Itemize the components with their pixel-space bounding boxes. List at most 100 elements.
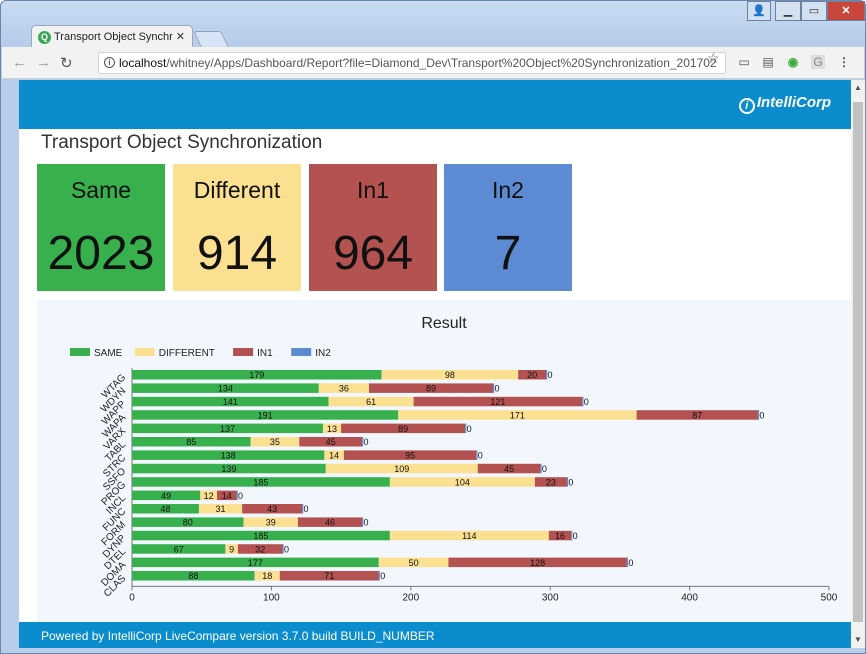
url-host: localhost xyxy=(119,56,167,70)
card-value: 7 xyxy=(494,227,522,280)
address-bar[interactable]: i localhost/whitney/Apps/Dashboard/Repor… xyxy=(98,52,726,74)
minimize-window-icon[interactable]: ▁ xyxy=(775,1,801,21)
logo-mark-icon: i xyxy=(738,98,755,114)
x-tick-label: 100 xyxy=(263,592,280,603)
bar-value-label: 185 xyxy=(253,477,268,487)
bar-value-label: 61 xyxy=(366,397,376,407)
bar-value-label: 191 xyxy=(258,410,273,420)
bar-value-label: 0 xyxy=(568,477,573,487)
card-value: 914 xyxy=(196,227,278,280)
x-tick-label: 0 xyxy=(129,592,135,603)
scroll-down-arrow-icon[interactable]: ▼ xyxy=(854,635,862,644)
tab-strip: Q Transport Object Synchr ✕ 👤 ▁ ▭ ✕ xyxy=(1,1,865,49)
legend-label-in1: IN1 xyxy=(257,348,273,359)
logo-text: IntelliCorp xyxy=(756,94,831,111)
maximize-window-icon[interactable]: ▭ xyxy=(801,1,827,21)
legend-swatch-in2 xyxy=(291,348,312,356)
close-tab-icon[interactable]: ✕ xyxy=(176,30,185,43)
bar-value-label: 71 xyxy=(324,571,334,581)
back-arrow-icon[interactable]: ← xyxy=(12,54,27,71)
card-label: In2 xyxy=(492,177,524,203)
bar-value-label: 18 xyxy=(262,571,272,581)
card-label: Different xyxy=(193,177,281,203)
bar-value-label: 0 xyxy=(284,544,289,554)
extension-screen-icon[interactable]: ▤ xyxy=(761,55,775,69)
bar-value-label: 0 xyxy=(542,464,547,474)
card-value: 2023 xyxy=(47,227,155,280)
x-tick-label: 500 xyxy=(821,592,838,603)
reload-icon[interactable]: ↻ xyxy=(60,54,73,72)
bar-value-label: 104 xyxy=(455,477,470,487)
bookmark-star-icon[interactable]: ☆ xyxy=(707,50,720,67)
bar-value-label: 20 xyxy=(527,370,537,380)
result-chart: ResultSAME DIFFERENT IN1 IN20 100 200 300 400 50… xyxy=(70,315,838,603)
legend-swatch-in1 xyxy=(233,348,254,356)
bar-value-label: 141 xyxy=(223,397,238,407)
close-window-icon[interactable]: ✕ xyxy=(827,1,865,21)
info-icon[interactable]: i xyxy=(104,57,115,68)
bar-value-label: 49 xyxy=(161,491,171,501)
extension-g-icon[interactable]: G xyxy=(811,55,825,69)
bar-value-label: 32 xyxy=(255,544,265,554)
footer: Powered by IntelliCorp LiveCompare versi… xyxy=(19,622,851,648)
bar-value-label: 39 xyxy=(266,518,276,528)
summary-card-in1: In1 964 xyxy=(309,164,437,291)
bar-value-label: 138 xyxy=(221,451,236,461)
legend-swatch-different xyxy=(134,348,155,356)
bar-value-label: 128 xyxy=(530,558,545,568)
bar-value-label: 14 xyxy=(222,491,232,501)
bar-value-label: 0 xyxy=(364,437,369,447)
extension-green-icon[interactable]: ◉ xyxy=(786,55,800,69)
bar-value-label: 0 xyxy=(759,410,764,420)
bar-value-label: 139 xyxy=(221,464,236,474)
summary-card-in2: In2 7 xyxy=(444,164,572,291)
bar-value-label: 0 xyxy=(380,571,385,581)
browser-toolbar: ← → ↻ i localhost/whitney/Apps/Dashboard… xyxy=(2,47,864,79)
bar-value-label: 35 xyxy=(270,437,280,447)
legend-label-same: SAME xyxy=(94,348,123,359)
user-profile-icon[interactable]: 👤 xyxy=(747,1,771,21)
bar-value-label: 50 xyxy=(409,558,419,568)
bar-value-label: 171 xyxy=(510,410,525,420)
bar-value-label: 23 xyxy=(546,477,556,487)
chrome-menu-icon[interactable]: ⋮ xyxy=(837,55,851,69)
scroll-thumb[interactable] xyxy=(853,102,863,622)
bar-value-label: 0 xyxy=(304,504,309,514)
page-title: Transport Object Synchronization xyxy=(41,132,323,153)
qlik-favicon-icon: Q xyxy=(38,31,51,44)
legend-label-in2: IN2 xyxy=(315,348,331,359)
bar-value-label: 0 xyxy=(364,518,369,528)
bar-value-label: 88 xyxy=(188,571,198,581)
scroll-up-arrow-icon[interactable]: ▲ xyxy=(854,83,862,92)
bar-value-label: 16 xyxy=(555,531,565,541)
x-tick-label: 300 xyxy=(542,592,559,603)
bar-value-label: 0 xyxy=(628,558,633,568)
bar-value-label: 121 xyxy=(490,397,505,407)
vertical-scrollbar[interactable]: ▲ ▼ xyxy=(851,80,865,648)
bar-value-label: 89 xyxy=(398,424,408,434)
bar-value-label: 80 xyxy=(183,518,193,528)
tab-title: Transport Object Synchr xyxy=(54,31,173,43)
bar-value-label: 0 xyxy=(495,384,500,394)
bar-value-label: 67 xyxy=(174,544,184,554)
forward-arrow-icon[interactable]: → xyxy=(36,54,51,71)
new-tab-button[interactable] xyxy=(193,31,229,47)
intellicorp-logo: i IntelliCorp xyxy=(738,94,831,114)
x-tick-label: 200 xyxy=(402,592,419,603)
browser-tab[interactable]: Q Transport Object Synchr ✕ xyxy=(31,25,193,49)
bar-value-label: 0 xyxy=(467,424,472,434)
bar-value-label: 45 xyxy=(326,437,336,447)
browser-window: Q Transport Object Synchr ✕ 👤 ▁ ▭ ✕ ← → … xyxy=(0,0,866,654)
bar-value-label: 31 xyxy=(216,504,226,514)
header-banner: i IntelliCorp xyxy=(19,80,851,129)
bar-value-label: 85 xyxy=(186,437,196,447)
summary-card-same: Same 2023 xyxy=(37,164,165,291)
bar-value-label: 36 xyxy=(339,384,349,394)
card-value: 964 xyxy=(332,227,414,280)
x-tick-label: 400 xyxy=(681,592,698,603)
cast-icon[interactable]: ▭ xyxy=(737,55,751,69)
legend-swatch-same xyxy=(70,348,90,356)
bar-value-label: 0 xyxy=(584,397,589,407)
bar-value-label: 13 xyxy=(327,424,337,434)
bar-value-label: 14 xyxy=(329,451,339,461)
